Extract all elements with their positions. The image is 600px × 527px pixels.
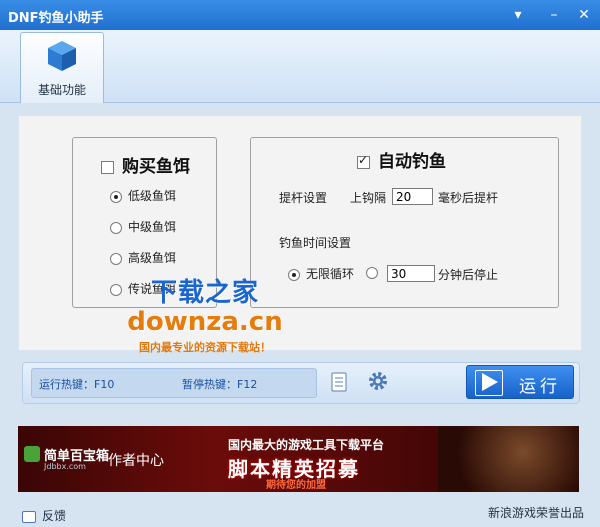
ad-banner[interactable]: 简单百宝箱 Jdbbx.com 作者中心 国内最大的游戏工具下载平台 脚本精英招… xyxy=(18,426,579,492)
bait-mid-radio[interactable] xyxy=(110,221,122,234)
bait-low-radio[interactable] xyxy=(110,190,122,203)
lift-suffix-label: 毫秒后提杆 xyxy=(438,191,499,205)
banner-tagline: 国内最大的游戏工具下载平台 xyxy=(228,438,385,452)
cube-icon xyxy=(48,41,76,71)
stop-suffix-label: 分钟后停止 xyxy=(438,268,499,282)
infinite-loop-option[interactable]: 无限循环 xyxy=(288,265,354,282)
fishing-time-label: 钓鱼时间设置 xyxy=(279,236,352,250)
watermark: 下载之家 downza.cn 国内最专业的资源下载站！ xyxy=(125,272,285,355)
stop-minutes-input[interactable] xyxy=(387,265,435,282)
feedback-icon xyxy=(22,510,36,523)
credit-text: 新浪游戏荣誉出品 xyxy=(487,506,584,520)
bait-option-label: 高级鱼饵 xyxy=(128,251,177,265)
tab-label: 基础功能 xyxy=(37,83,86,97)
buy-bait-header[interactable]: 购买鱼饵 xyxy=(101,152,190,177)
bait-option-low[interactable]: 低级鱼饵 xyxy=(110,187,176,204)
auto-fish-group: 自动钓鱼 提杆设置 上钩隔 毫秒后提杆 钓鱼时间设置 无限循环 分钟后停止 xyxy=(250,137,559,308)
banner-artwork xyxy=(438,426,579,492)
auto-fish-title: 自动钓鱼 xyxy=(378,152,446,172)
main-panel: 购买鱼饵 低级鱼饵 中级鱼饵 高级鱼饵 传说鱼饵 自动钓鱼 提杆设置 上钩隔 毫… xyxy=(18,115,582,351)
watermark-domain: downza.cn xyxy=(127,307,283,337)
close-icon[interactable]: ✕ xyxy=(574,5,594,25)
hotkey-panel: 运行热键：F10 暂停热键：F12 xyxy=(31,368,317,398)
buy-bait-checkbox[interactable] xyxy=(101,160,114,174)
timed-stop-radio[interactable] xyxy=(366,267,378,279)
run-button-label: 运行 xyxy=(519,377,561,397)
title-bar: DNF钓鱼小助手 ▾ – ✕ xyxy=(0,0,600,30)
bait-option-mid[interactable]: 中级鱼饵 xyxy=(110,218,176,235)
infinite-loop-label: 无限循环 xyxy=(306,267,355,281)
watermark-brand: 下载之家 xyxy=(150,278,259,308)
feedback-label: 反馈 xyxy=(42,509,67,523)
tab-basic-functions[interactable]: 基础功能 xyxy=(20,32,104,103)
run-hotkey-label: 运行热键：F10 xyxy=(39,378,115,391)
run-button[interactable]: 运行 xyxy=(466,365,574,399)
lift-prefix-label: 上钩隔 xyxy=(350,191,387,205)
run-bar: 运行热键：F10 暂停热键：F12 运行 xyxy=(22,362,580,404)
buy-bait-title: 购买鱼饵 xyxy=(122,157,190,177)
bait-high-radio[interactable] xyxy=(110,252,122,265)
chevron-down-icon[interactable]: ▾ xyxy=(508,5,528,25)
bait-legend-radio[interactable] xyxy=(110,283,122,296)
bait-option-label: 中级鱼饵 xyxy=(128,220,177,234)
bait-option-label: 低级鱼饵 xyxy=(128,189,177,203)
bait-option-high[interactable]: 高级鱼饵 xyxy=(110,249,176,266)
lift-delay-input[interactable] xyxy=(392,188,433,205)
pause-hotkey-label: 暂停热键：F12 xyxy=(182,378,258,391)
banner-logo-icon xyxy=(24,446,40,462)
banner-subline: 期待您的加盟 xyxy=(266,480,326,491)
feedback-link[interactable]: 反馈 xyxy=(22,507,66,524)
toolbar: 基础功能 xyxy=(0,30,600,103)
banner-logo-sub: Jdbbx.com xyxy=(44,462,86,471)
minimize-icon[interactable]: – xyxy=(544,5,564,25)
lift-settings-label: 提杆设置 xyxy=(279,191,328,205)
play-triangle xyxy=(482,373,498,391)
watermark-slogan: 国内最专业的资源下载站！ xyxy=(139,341,271,354)
window-title: DNF钓鱼小助手 xyxy=(8,11,104,26)
infinite-loop-radio[interactable] xyxy=(288,268,300,281)
auto-fish-header[interactable]: 自动钓鱼 xyxy=(357,147,446,172)
auto-fish-checkbox[interactable] xyxy=(357,153,370,169)
banner-author-center: 作者中心 xyxy=(108,453,164,469)
gear-icon[interactable] xyxy=(367,370,389,392)
document-icon[interactable] xyxy=(331,372,347,392)
